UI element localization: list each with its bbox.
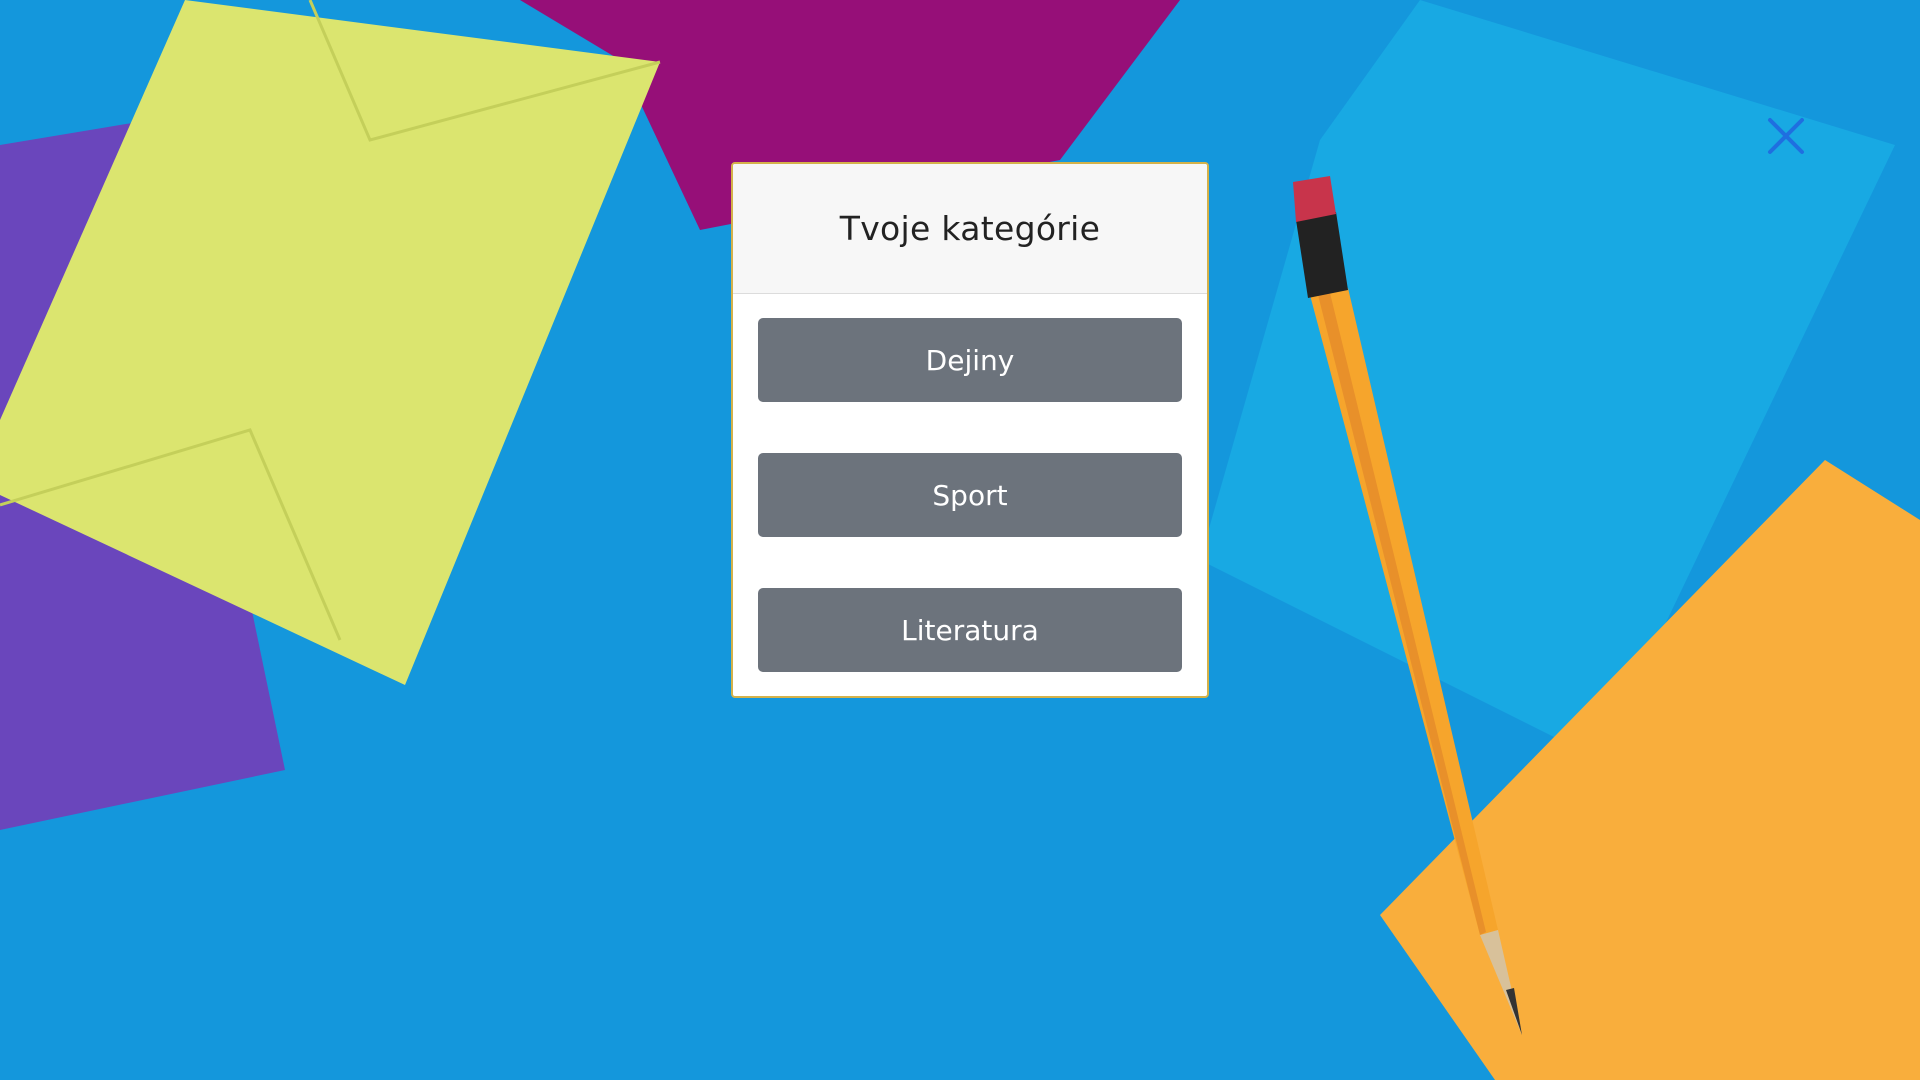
category-button-literatura[interactable]: Literatura [758,588,1182,672]
category-button-sport[interactable]: Sport [758,453,1182,537]
category-list: Dejiny Sport Literatura [733,294,1207,672]
close-icon [1768,118,1804,154]
app-stage: Tvoje kategórie Dejiny Sport Literatura [0,0,1920,1080]
panel-title: Tvoje kategórie [839,209,1101,248]
close-button[interactable] [1764,114,1808,158]
categories-panel: Tvoje kategórie Dejiny Sport Literatura [731,162,1209,698]
panel-header: Tvoje kategórie [733,164,1207,294]
category-button-dejiny[interactable]: Dejiny [758,318,1182,402]
